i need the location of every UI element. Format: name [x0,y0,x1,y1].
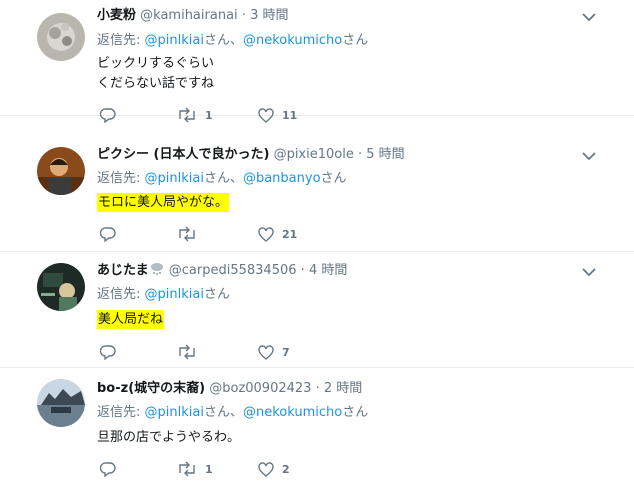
tweet-header: ピクシー (日本人で良かった) @pixie10ole · 5 時間 [97,146,405,164]
mention-separator: さん、 [203,171,243,186]
tweet-3[interactable]: あじたま @carpedi55834506 · 4 時間 返信先: @pinlk… [0,252,634,368]
separator-dot: · [300,263,305,278]
reply-to: 返信先: @pinlkiaiさん [97,286,230,304]
timestamp[interactable]: 4 時間 [309,263,347,278]
separator-dot: · [315,381,320,396]
chevron-down-icon[interactable] [582,12,596,22]
tweet-text: 旦那の店でようやるわ。 [97,428,240,448]
mention-suffix: さん [203,287,230,302]
reply-button[interactable] [100,106,116,124]
mention-link[interactable]: @banbanyo [243,171,321,186]
tweet-text-line: モロに美人局やがな。 [97,193,230,212]
user-handle[interactable]: @carpedi55834506 [169,263,297,278]
retweet-icon [179,461,195,477]
mention-link[interactable]: @nekokumicho [243,405,342,420]
tweet-text-line: くだらない話ですね [97,76,215,91]
reply-to-label: 返信先: [97,33,145,48]
mention-link[interactable]: @nekokumicho [243,33,342,48]
tweet-actions: 1 2 [100,460,400,480]
like-button[interactable]: 21 [258,225,297,243]
like-button[interactable]: 11 [258,106,297,124]
tweet-text-line: 旦那の店でようやるわ。 [97,430,241,445]
reply-to-label: 返信先: [97,405,145,420]
tweet-text-line: ビックリするぐらい [97,56,215,71]
avatar[interactable] [37,263,85,311]
display-name[interactable]: ピクシー (日本人で良かった) [97,147,269,162]
tweet-4[interactable]: bo-z(城守の末裔) @boz00902423 · 2 時間 返信先: @pi… [0,368,634,484]
reply-to-label: 返信先: [97,171,145,186]
retweet-count: 1 [205,462,213,476]
chevron-down-icon[interactable] [582,267,596,277]
heart-icon [258,226,274,242]
retweet-button[interactable]: 1 [177,460,213,478]
display-name[interactable]: 小麦粉 [97,8,136,23]
like-count: 21 [282,227,298,241]
reply-icon [100,108,116,123]
tweet-2[interactable]: ピクシー (日本人で良かった) @pixie10ole · 5 時間 返信先: … [0,136,634,252]
reply-button[interactable] [100,343,116,361]
tweet-actions: 7 [100,343,400,363]
tweet-1[interactable]: 小麦粉 @kamihairanai · 3 時間 返信先: @pinlkiaiさ… [0,0,634,123]
reply-icon [100,345,116,360]
separator-dot: · [241,8,246,23]
reply-to: 返信先: @pinlkiaiさん、@banbanyoさん [97,170,347,188]
retweet-button[interactable] [177,225,197,243]
display-name[interactable]: あじたま [97,263,149,278]
avatar[interactable] [37,379,85,427]
tweet-text: 美人局だね [97,310,165,330]
like-count: 7 [282,345,290,359]
mention-link[interactable]: @pinlkiai [145,287,204,302]
heart-icon [258,107,274,123]
tweet-header: bo-z(城守の末裔) @boz00902423 · 2 時間 [97,380,362,398]
tweet-actions: 21 [100,225,400,245]
like-count: 11 [282,108,298,122]
like-button[interactable]: 2 [258,460,290,478]
timestamp[interactable]: 5 時間 [366,147,404,162]
reply-icon [100,227,116,242]
retweet-icon [179,107,195,123]
avatar[interactable] [37,147,85,195]
retweet-icon [179,344,195,360]
mention-link[interactable]: @pinlkiai [145,33,204,48]
retweet-count: 1 [205,108,213,122]
mention-separator: さん、 [203,405,243,420]
chevron-down-icon[interactable] [582,151,596,161]
mention-suffix: さん [342,33,369,48]
like-count: 2 [282,462,290,476]
mention-suffix: さん [342,405,369,420]
mention-link[interactable]: @pinlkiai [145,171,204,186]
timestamp[interactable]: 3 時間 [250,8,288,23]
heart-icon [258,461,274,477]
user-handle[interactable]: @boz00902423 [209,381,311,396]
separator-dot: · [357,147,363,162]
reply-to-label: 返信先: [97,287,145,302]
reply-icon [100,462,116,477]
user-handle[interactable]: @pixie10ole [274,147,354,162]
tweet-header: 小麦粉 @kamihairanai · 3 時間 [97,7,288,25]
tweet-text-line: 美人局だね [97,310,165,329]
mention-link[interactable]: @pinlkiai [145,405,204,420]
retweet-button[interactable] [177,343,197,361]
like-button[interactable]: 7 [258,343,290,361]
mention-suffix: さん [320,171,347,186]
reply-to: 返信先: @pinlkiaiさん、@nekokumichoさん [97,404,368,422]
heart-icon [258,344,274,360]
snow-cloud-icon [150,263,163,275]
tweet-header: あじたま @carpedi55834506 · 4 時間 [97,262,347,280]
retweet-icon [179,226,195,242]
mention-separator: さん、 [203,33,243,48]
tweet-actions: 1 11 [100,106,400,126]
tweet-text: ビックリするぐらい くだらない話ですね [97,54,214,94]
retweet-button[interactable]: 1 [177,106,213,124]
reply-to: 返信先: @pinlkiaiさん、@nekokumichoさん [97,32,368,50]
reply-button[interactable] [100,225,116,243]
avatar[interactable] [37,13,85,61]
timestamp[interactable]: 2 時間 [324,381,362,396]
user-handle[interactable]: @kamihairanai [140,8,238,23]
tweet-text: モロに美人局やがな。 [97,193,230,213]
display-name[interactable]: bo-z(城守の末裔) [97,381,205,396]
reply-button[interactable] [100,460,116,478]
